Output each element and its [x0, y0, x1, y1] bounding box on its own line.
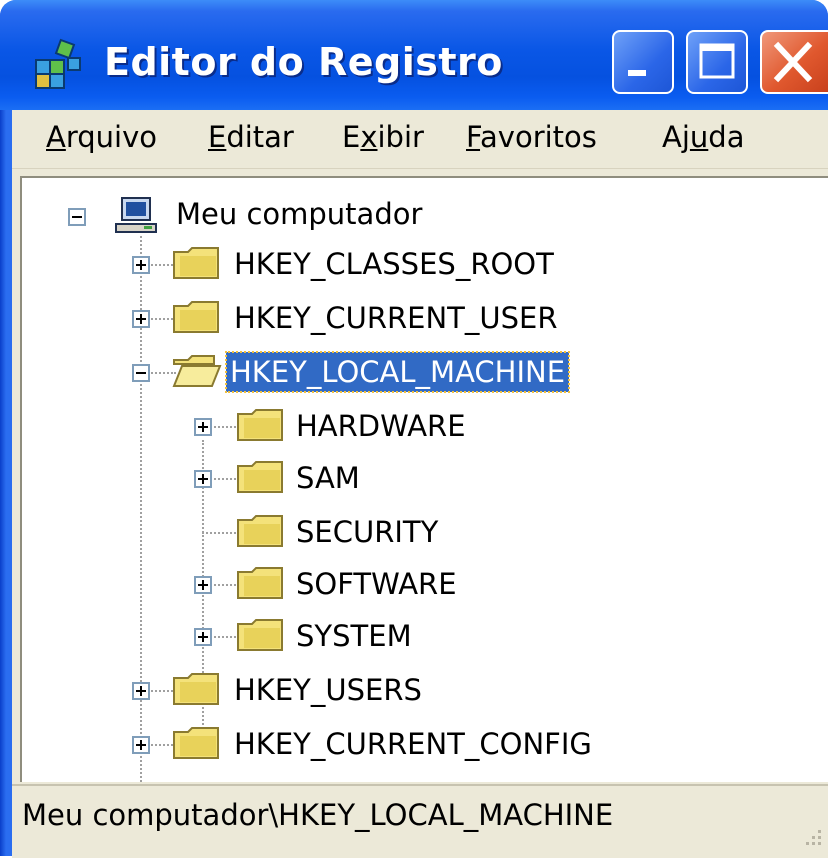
status-path: Meu computador\HKEY_LOCAL_MACHINE	[22, 798, 614, 832]
expand-icon[interactable]	[132, 256, 150, 274]
tree-item-label: Meu computador	[176, 197, 423, 231]
menu-editar[interactable]: Editar	[208, 120, 294, 154]
tree-item-label: HKEY_CURRENT_USER	[234, 301, 558, 335]
tree-item-security[interactable]: SECURITY	[22, 510, 622, 554]
expand-icon[interactable]	[132, 736, 150, 754]
menu-ajuda-pre: Aj	[662, 120, 690, 154]
tree-item-label: HKEY_CURRENT_CONFIG	[234, 727, 592, 761]
registry-editor-window: Editor do Registro Arquivo Editar Exibir…	[0, 0, 828, 858]
title-bar[interactable]: Editor do Registro	[0, 0, 828, 110]
expand-icon[interactable]	[194, 576, 212, 594]
collapse-icon[interactable]	[68, 208, 86, 226]
tree-item-label: HKEY_LOCAL_MACHINE	[224, 351, 571, 393]
status-bar: Meu computador\HKEY_LOCAL_MACHINE	[12, 784, 828, 858]
expand-icon[interactable]	[132, 682, 150, 700]
folder-icon	[173, 673, 219, 705]
menu-favoritos[interactable]: Favoritos	[466, 120, 597, 154]
menu-ajuda-accel: u	[689, 120, 709, 154]
menu-bar: Arquivo Editar Exibir Favoritos Ajuda	[12, 110, 828, 169]
menu-ajuda-rest: da	[708, 120, 745, 154]
menu-editar-rest: ditar	[226, 120, 294, 154]
menu-arquivo-accel: A	[46, 120, 66, 154]
tree-item-label: SAM	[296, 461, 360, 495]
collapse-icon[interactable]	[132, 364, 150, 382]
tree-item-system[interactable]: SYSTEM	[22, 614, 622, 658]
expand-icon[interactable]	[194, 418, 212, 436]
registry-editor-icon	[35, 38, 81, 89]
tree-item-label: SYSTEM	[296, 619, 412, 653]
minimize-icon	[628, 70, 646, 76]
window-title: Editor do Registro	[104, 40, 503, 84]
tree-item-hkey-current-config[interactable]: HKEY_CURRENT_CONFIG	[22, 722, 662, 766]
tree-item-label: SOFTWARE	[296, 567, 457, 601]
tree-item-label: HKEY_USERS	[234, 673, 422, 707]
menu-arquivo[interactable]: Arquivo	[46, 120, 157, 154]
open-folder-icon	[172, 355, 222, 387]
minimize-button[interactable]	[612, 30, 674, 94]
tree-item-hkey-users[interactable]: HKEY_USERS	[22, 668, 622, 712]
resize-grip-icon[interactable]	[798, 826, 824, 852]
folder-icon	[173, 301, 219, 333]
menu-exibir-rest: ibir	[377, 120, 424, 154]
folder-icon	[237, 409, 283, 441]
expand-icon[interactable]	[194, 628, 212, 646]
tree-item-label: HKEY_CLASSES_ROOT	[234, 247, 554, 281]
computer-icon	[115, 197, 157, 233]
menu-ajuda[interactable]: Ajuda	[662, 120, 744, 154]
tree-item-hardware[interactable]: HARDWARE	[22, 404, 622, 448]
menu-exibir-accel: x	[360, 120, 378, 154]
folder-icon	[237, 461, 283, 493]
folder-icon	[173, 727, 219, 759]
menu-arquivo-rest: rquivo	[65, 120, 158, 154]
tree-item-hkey-classes-root[interactable]: HKEY_CLASSES_ROOT	[22, 242, 622, 286]
close-button[interactable]	[760, 30, 828, 94]
menu-editar-accel: E	[208, 120, 227, 154]
tree-item-root[interactable]: Meu computador	[22, 192, 622, 236]
tree-item-hkey-local-machine[interactable]: HKEY_LOCAL_MACHINE	[22, 350, 662, 394]
tree-item-hkey-current-user[interactable]: HKEY_CURRENT_USER	[22, 296, 622, 340]
menu-exibir[interactable]: Exibir	[342, 120, 424, 154]
expand-icon[interactable]	[132, 310, 150, 328]
folder-icon	[237, 619, 283, 651]
tree-item-sam[interactable]: SAM	[22, 456, 622, 500]
close-icon	[773, 41, 813, 83]
maximize-icon	[699, 43, 735, 79]
tree-item-label: SECURITY	[296, 515, 439, 549]
menu-favoritos-rest: avoritos	[480, 120, 597, 154]
client-area: Arquivo Editar Exibir Favoritos Ajuda Me…	[12, 110, 828, 858]
menu-favoritos-accel: F	[466, 120, 481, 154]
menu-exibir-pre: E	[342, 120, 361, 154]
maximize-button[interactable]	[686, 30, 748, 94]
folder-icon	[237, 567, 283, 599]
tree-item-label: HARDWARE	[296, 409, 466, 443]
registry-tree[interactable]: Meu computador HKEY_CLASSES_ROOT HKEY_CU…	[20, 176, 828, 782]
folder-icon	[237, 515, 283, 547]
folder-icon	[173, 247, 219, 279]
expand-icon[interactable]	[194, 470, 212, 488]
tree-item-software[interactable]: SOFTWARE	[22, 562, 622, 606]
